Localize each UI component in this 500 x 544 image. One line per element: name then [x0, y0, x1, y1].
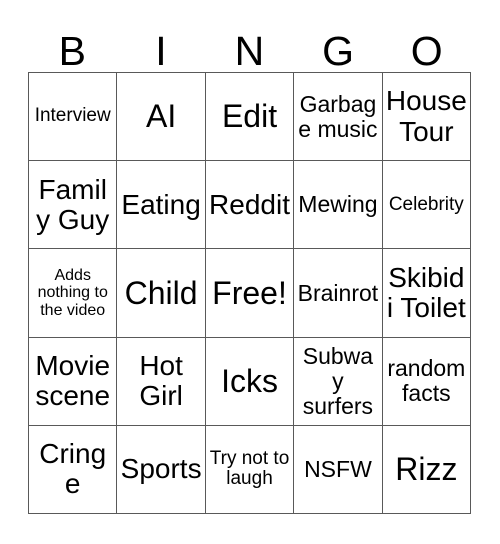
bingo-header-letter-n: N	[234, 28, 265, 74]
bingo-cell-r5-c3[interactable]: Try not to laugh	[205, 425, 295, 515]
bingo-cell-r2-c4[interactable]: Mewing	[294, 161, 383, 250]
bingo-cell-r4-c4[interactable]: Subway surfers	[294, 337, 383, 426]
bingo-cell-r3-c3[interactable]: Free!	[205, 249, 295, 338]
bingo-cell-r2-c1[interactable]: Family Guy	[29, 161, 118, 250]
bingo-cell-label: Icks	[221, 362, 278, 399]
bingo-cell-label: Hot Girl	[139, 349, 183, 412]
bingo-cell-label: Subway surfers	[302, 342, 374, 419]
bingo-cell-label: NSFW	[304, 456, 372, 482]
bingo-row: Family Guy Eating Reddit Mewing Celebrity	[29, 161, 472, 250]
bingo-cell-label: Mewing	[298, 191, 378, 218]
bingo-cell-label: Rizz	[395, 451, 458, 488]
bingo-cell-r3-c2[interactable]: Child	[117, 249, 206, 338]
bingo-cell-r2-c5[interactable]: Celebrity	[382, 161, 472, 250]
bingo-cell-r5-c4[interactable]: NSFW	[294, 425, 383, 515]
bingo-cell-label: Interview	[34, 105, 111, 127]
bingo-cell-r1-c5[interactable]: House Tour	[382, 73, 472, 162]
bingo-cell-r5-c2[interactable]: Sports	[117, 425, 206, 515]
bingo-cell-label: Cringe	[39, 438, 107, 500]
bingo-cell-r1-c3[interactable]: Edit	[205, 73, 295, 162]
bingo-header-letter-g: G	[322, 28, 355, 74]
bingo-cell-label: Movie scene	[35, 349, 111, 412]
bingo-cell-r1-c4[interactable]: Garbage music	[294, 73, 383, 162]
bingo-cell-label: Eating	[121, 188, 201, 220]
bingo-cell-label: Adds nothing to the video	[37, 267, 108, 319]
bingo-cell-r4-c5[interactable]: random facts	[382, 337, 472, 426]
bingo-cell-r3-c4[interactable]: Brainrot	[294, 249, 383, 338]
bingo-cell-label: Child	[124, 274, 198, 311]
bingo-cell-r4-c1[interactable]: Movie scene	[29, 337, 118, 426]
bingo-header-row: B I N G O	[28, 18, 471, 72]
bingo-cell-label: AI	[145, 98, 177, 135]
bingo-grid: Interview AI Edit Garbage music House Tour Fa…	[28, 72, 472, 515]
bingo-cell-label: Garbage music	[298, 90, 378, 142]
bingo-row: Cringe Sports Try not to laugh NSFW Rizz	[29, 425, 472, 515]
bingo-cell-label: Edit	[221, 98, 278, 135]
bingo-cell-r1-c2[interactable]: AI	[117, 73, 206, 162]
bingo-cell-label: Reddit	[209, 188, 290, 220]
bingo-cell-r2-c2[interactable]: Eating	[117, 161, 206, 250]
bingo-cell-r1-c1[interactable]: Interview	[29, 73, 118, 162]
bingo-cell-label: Try not to laugh	[209, 447, 290, 490]
bingo-cell-label: Brainrot	[297, 279, 379, 306]
bingo-row: Movie scene Hot Girl Icks Subway surfers ran…	[29, 337, 472, 426]
bingo-cell-r4-c2[interactable]: Hot Girl	[117, 337, 206, 426]
bingo-header-letter-i: I	[155, 28, 167, 74]
bingo-row: Adds nothing to the video Child Free! Brain…	[29, 249, 472, 338]
bingo-cell-label: Sports	[120, 453, 202, 485]
bingo-cell-label: Skibidi Toilet	[386, 261, 466, 323]
bingo-header-letter-o: O	[410, 28, 443, 74]
bingo-cell-r4-c3[interactable]: Icks	[205, 337, 295, 426]
bingo-header-letter-b: B	[58, 28, 86, 74]
bingo-cell-label: House Tour	[385, 85, 467, 147]
bingo-cell-r5-c5[interactable]: Rizz	[382, 425, 472, 515]
bingo-row: Interview AI Edit Garbage music House Tour	[29, 73, 472, 162]
bingo-cell-r2-c3[interactable]: Reddit	[205, 161, 295, 250]
bingo-cell-label: Family Guy	[36, 173, 110, 235]
bingo-cell-label: random facts	[387, 355, 466, 407]
bingo-cell-label: Celebrity	[388, 193, 464, 215]
bingo-cell-r5-c1[interactable]: Cringe	[29, 425, 118, 515]
bingo-card: B I N G O Interview AI Edit Garbage music Ho…	[0, 0, 500, 544]
bingo-cell-r3-c1[interactable]: Adds nothing to the video	[29, 249, 118, 338]
bingo-cell-label: Free!	[212, 274, 287, 311]
bingo-cell-r3-c5[interactable]: Skibidi Toilet	[382, 249, 472, 338]
